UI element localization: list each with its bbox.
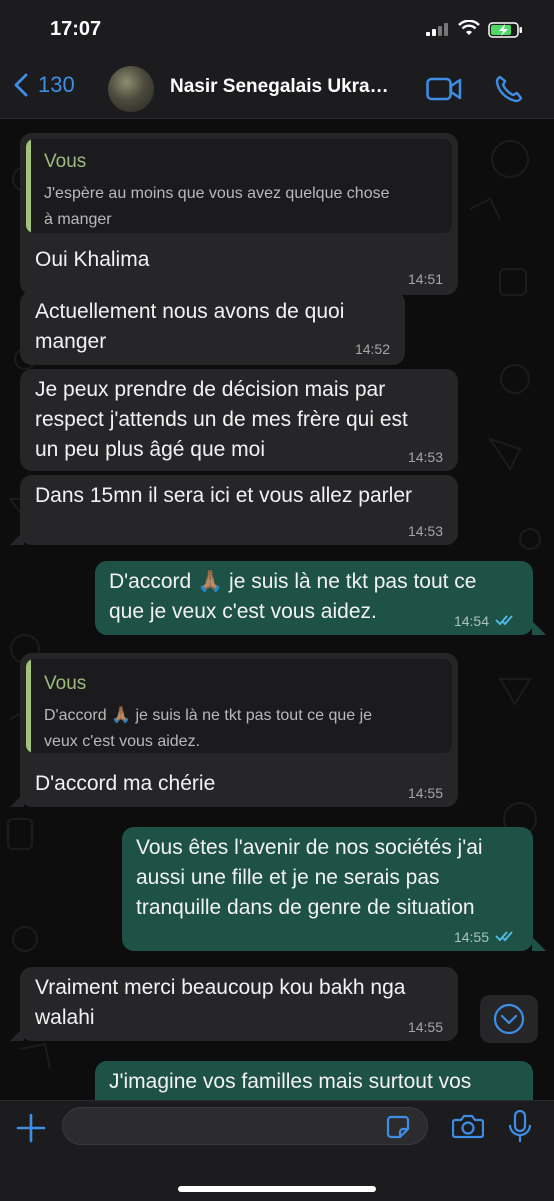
quote-text: J'espère au moins que vous avez quelque … (44, 185, 390, 228)
message-text: Dans 15mn il sera ici et vous allez parl… (35, 484, 412, 507)
message-text: Vous êtes l'avenir de nos sociétés j'ai … (136, 836, 483, 919)
read-receipt-icon (495, 615, 513, 626)
message-time: 14:55 (407, 785, 443, 801)
message-time: 14:51 (407, 271, 443, 287)
message-time: 14:54 (453, 613, 489, 629)
message-text: D'accord 🙏🏽 je suis là ne tkt pas tout c… (109, 570, 477, 623)
status-bar: 17:07 (0, 0, 554, 60)
message-time: 14:52 (354, 341, 390, 357)
message-bubble[interactable]: Vous J'espère au moins que vous avez que… (20, 133, 458, 295)
quoted-message[interactable]: Vous D'accord 🙏🏽 je suis là ne tkt pas t… (26, 659, 452, 753)
quote-accent-bar (26, 659, 31, 753)
microphone-icon[interactable] (508, 1109, 532, 1145)
quoted-message[interactable]: Vous J'espère au moins que vous avez que… (26, 139, 452, 233)
message-bubble[interactable]: Vous D'accord 🙏🏽 je suis là ne tkt pas t… (20, 653, 458, 807)
message-bubble[interactable]: Vraiment merci beaucoup kou bakh nga wal… (20, 967, 458, 1041)
camera-icon[interactable] (452, 1113, 484, 1139)
video-call-icon[interactable] (426, 76, 462, 102)
contact-avatar[interactable] (108, 66, 154, 112)
message-text: Actuellement nous avons de quoi manger (35, 300, 345, 353)
home-indicator[interactable] (178, 1186, 376, 1192)
message-time: 14:53 (407, 523, 443, 539)
battery-charging-icon (488, 22, 522, 38)
chat-header: 130 Nasir Senegalais Ukra… (0, 60, 554, 119)
chat-area[interactable]: Vous J'espère au moins que vous avez que… (0, 119, 554, 1100)
message-bubble[interactable]: Vous êtes l'avenir de nos sociétés j'ai … (122, 827, 533, 951)
bubble-tail (10, 1027, 24, 1041)
bubble-tail (532, 937, 546, 951)
message-time: 14:53 (407, 449, 443, 465)
phone-icon[interactable] (494, 74, 524, 104)
bubble-tail (10, 531, 24, 545)
quote-author: Vous (44, 151, 87, 172)
message-bubble[interactable]: D'accord 🙏🏽 je suis là ne tkt pas tout c… (95, 561, 533, 635)
message-time: 14:55 (407, 1019, 443, 1035)
message-bubble[interactable]: Je peux prendre de décision mais par res… (20, 369, 458, 471)
contact-name[interactable]: Nasir Senegalais Ukra… (170, 76, 389, 98)
signal-icon (426, 23, 448, 36)
message-text: Oui Khalima (35, 248, 150, 271)
unread-count: 130 (38, 72, 75, 97)
back-button[interactable]: 130 (14, 72, 75, 98)
bubble-tail (532, 621, 546, 635)
status-time: 17:07 (50, 18, 102, 40)
message-bubble[interactable]: Dans 15mn il sera ici et vous allez parl… (20, 475, 458, 545)
quote-author: Vous (44, 673, 87, 694)
chevron-left-icon (14, 73, 28, 97)
quote-text: D'accord 🙏🏽 je suis là ne tkt pas tout c… (44, 707, 373, 750)
sticker-icon[interactable] (386, 1115, 410, 1139)
message-time: 14:55 (453, 929, 489, 945)
message-text: J'imagine vos familles mais surtout vos (109, 1070, 472, 1093)
plus-icon[interactable] (16, 1113, 46, 1143)
message-text: D'accord ma chérie (35, 772, 216, 795)
bubble-tail (10, 793, 24, 807)
message-input[interactable] (62, 1107, 428, 1145)
wifi-icon (458, 20, 480, 35)
message-text: Vraiment merci beaucoup kou bakh nga wal… (35, 976, 406, 1029)
scroll-to-bottom-button[interactable] (480, 995, 538, 1043)
read-receipt-icon (495, 931, 513, 942)
message-bubble[interactable]: J'imagine vos familles mais surtout vos (95, 1061, 533, 1100)
chevron-down-circle-icon (493, 1003, 525, 1035)
message-bubble[interactable]: Actuellement nous avons de quoi manger 1… (20, 291, 405, 365)
message-text: Je peux prendre de décision mais par res… (35, 378, 408, 461)
quote-accent-bar (26, 139, 31, 233)
